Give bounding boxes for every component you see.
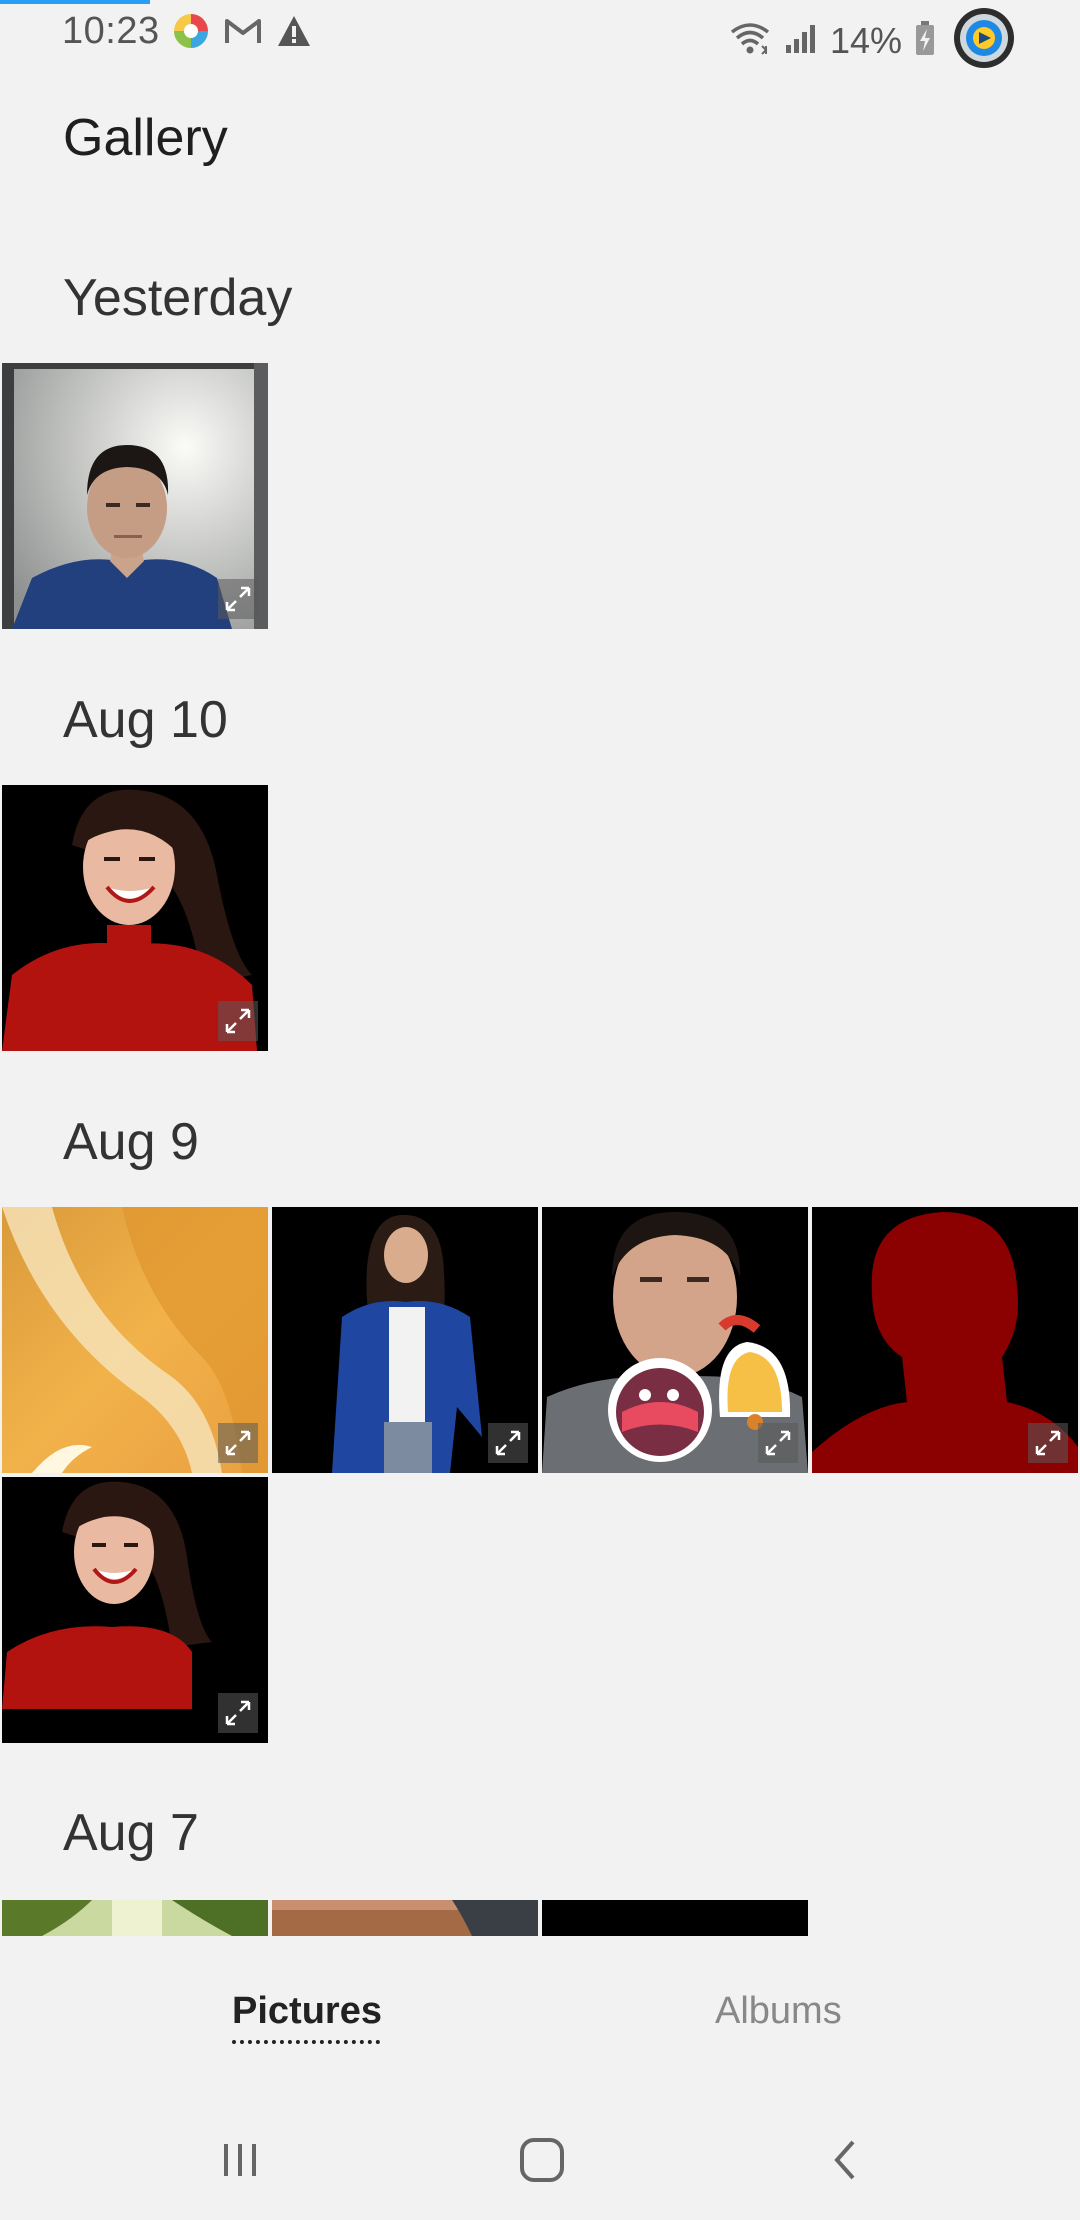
recents-button[interactable] xyxy=(210,2130,270,2190)
status-progress-bar xyxy=(0,0,150,4)
recents-icon xyxy=(224,2144,256,2176)
photo-row xyxy=(2,1477,268,1743)
color-wheel-icon xyxy=(172,12,210,55)
black-photo xyxy=(542,1900,808,1936)
photo-thumbnail[interactable] xyxy=(542,1207,808,1473)
photo-thumbnail[interactable] xyxy=(272,1900,538,1936)
signal-icon xyxy=(784,21,818,60)
app-bubble-icon[interactable] xyxy=(948,6,1020,75)
photo-thumbnail[interactable] xyxy=(272,1207,538,1473)
trees-photo xyxy=(2,1900,268,1936)
home-button[interactable] xyxy=(512,2130,572,2190)
photo-thumbnail[interactable] xyxy=(2,1477,268,1743)
tab-albums[interactable]: Albums xyxy=(715,1990,842,2033)
home-icon xyxy=(520,2138,564,2182)
photo-thumbnail[interactable] xyxy=(2,1900,268,1936)
photo-thumbnail[interactable] xyxy=(2,363,268,629)
photo-row xyxy=(2,785,268,1051)
notification-icons xyxy=(172,12,312,55)
photo-thumbnail[interactable] xyxy=(2,1207,268,1473)
battery-percent: 14% xyxy=(829,19,902,61)
back-icon xyxy=(834,2140,855,2180)
status-right: 14% xyxy=(728,6,1020,75)
photo-row xyxy=(2,1900,808,1936)
photo-row xyxy=(2,363,268,629)
photo-thumbnail[interactable] xyxy=(2,785,268,1051)
expand-icon xyxy=(218,1423,258,1463)
warning-icon xyxy=(276,14,312,53)
section-header-aug-7: Aug 7 xyxy=(63,1804,199,1862)
photo-thumbnail[interactable] xyxy=(812,1207,1078,1473)
photo-thumbnail[interactable] xyxy=(542,1900,808,1936)
bottom-tab-bar: Pictures Albums xyxy=(0,1936,1080,2076)
expand-icon xyxy=(218,1693,258,1733)
status-bar: 10:23 14% xyxy=(0,0,1080,68)
gmail-icon xyxy=(224,15,262,52)
back-button[interactable] xyxy=(815,2130,875,2190)
system-nav-bar xyxy=(0,2100,1080,2220)
tab-active-indicator xyxy=(232,2040,380,2044)
status-time: 10:23 xyxy=(62,10,160,52)
section-header-aug-9: Aug 9 xyxy=(63,1113,199,1171)
section-header-aug-10: Aug 10 xyxy=(63,691,228,749)
wifi-icon xyxy=(728,20,772,61)
section-header-yesterday: Yesterday xyxy=(63,269,293,327)
expand-icon xyxy=(488,1423,528,1463)
wood-photo xyxy=(272,1900,538,1936)
expand-icon xyxy=(218,1001,258,1041)
expand-icon xyxy=(758,1423,798,1463)
expand-icon xyxy=(218,579,258,619)
gallery-screen: 10:23 14% Gallery Yesterday Aug 10 Aug 9… xyxy=(0,0,1080,2220)
battery-charging-icon xyxy=(914,20,936,61)
tab-pictures[interactable]: Pictures xyxy=(232,1990,382,2033)
expand-icon xyxy=(1028,1423,1068,1463)
photo-row xyxy=(2,1207,1078,1473)
page-title: Gallery xyxy=(63,109,228,167)
